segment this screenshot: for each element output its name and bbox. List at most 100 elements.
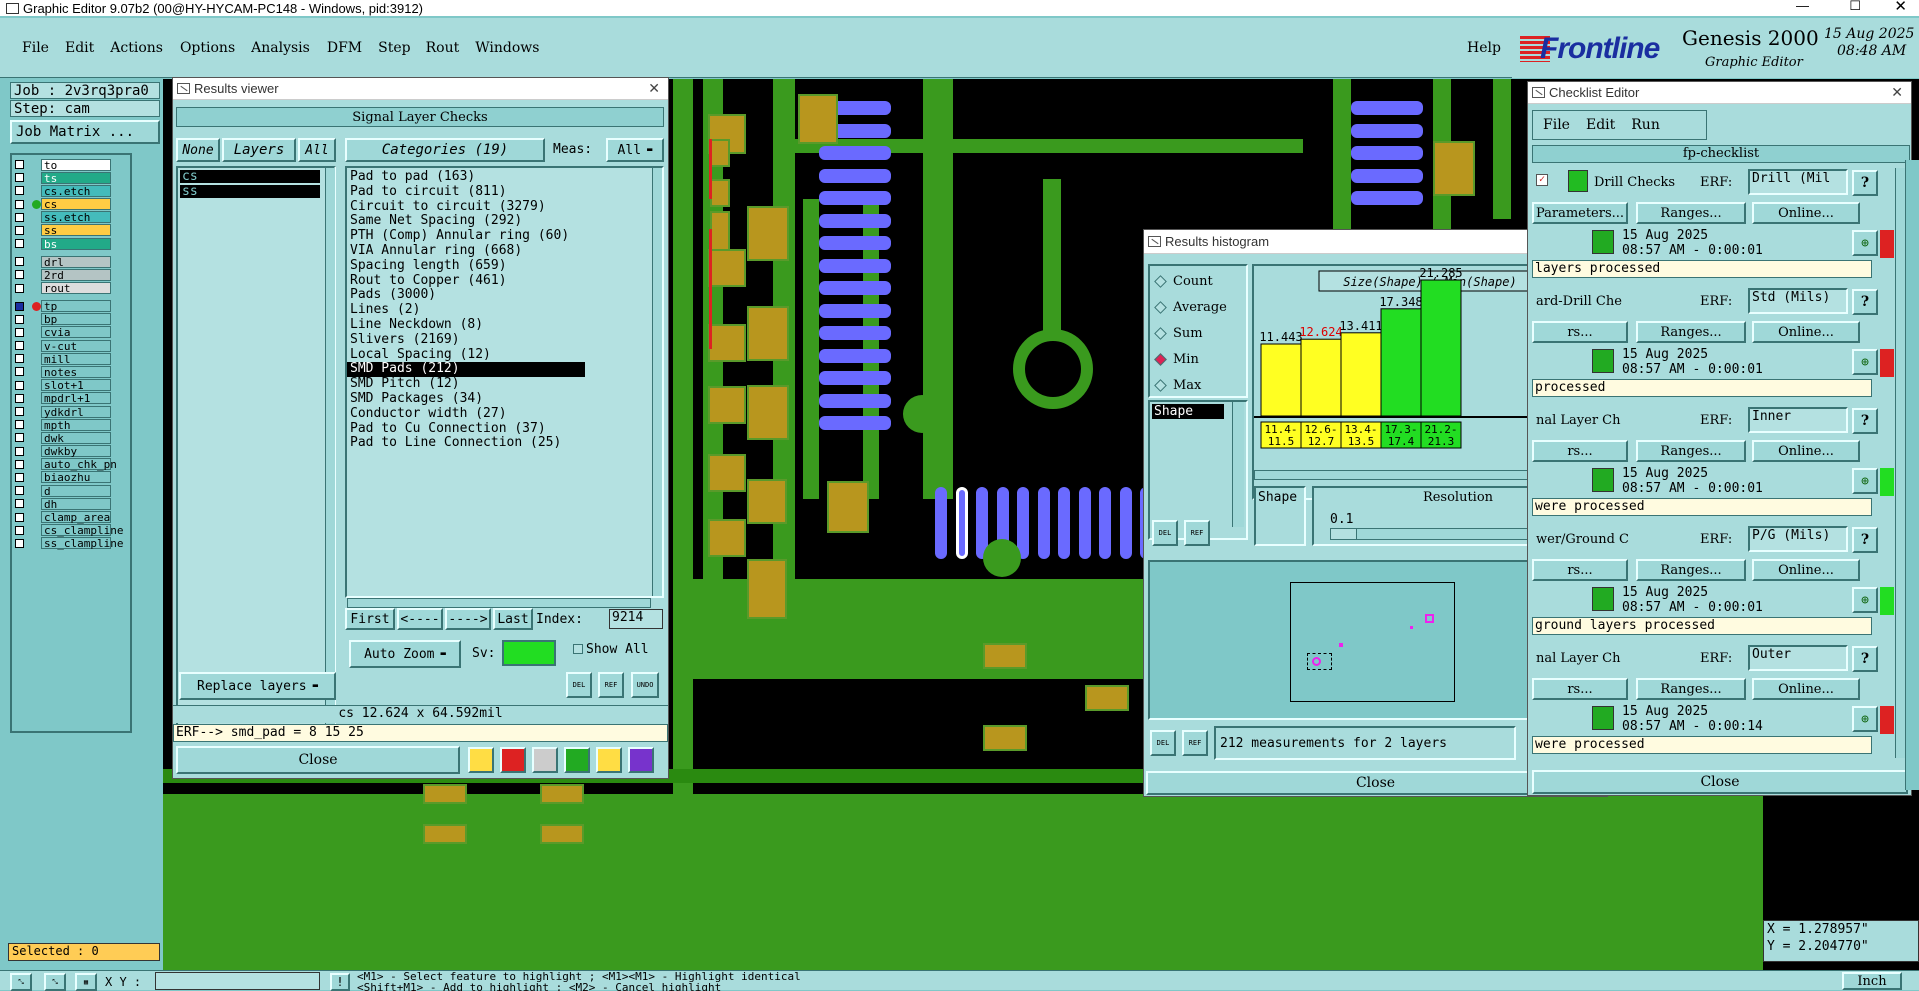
erf-field[interactable]: Drill (Mil: [1748, 169, 1848, 195]
rv-close-button[interactable]: Close: [176, 746, 460, 774]
check-name[interactable]: nal Layer Ch: [1536, 651, 1621, 666]
layer-checkbox[interactable]: [15, 327, 24, 337]
slider-thumb[interactable]: [1331, 529, 1357, 539]
layer-checkbox[interactable]: [15, 499, 24, 509]
menu-analysis[interactable]: Analysis: [251, 40, 310, 56]
layer-checkbox[interactable]: [15, 446, 24, 456]
all-button[interactable]: All: [298, 138, 336, 162]
layer-row[interactable]: auto_chk_pn: [12, 458, 130, 471]
online-button[interactable]: Online...: [1752, 321, 1860, 343]
layer-name[interactable]: v-cut: [41, 339, 111, 352]
checklist-menu-run[interactable]: Run: [1631, 117, 1660, 133]
run-icon[interactable]: [1592, 349, 1614, 373]
histogram-bar[interactable]: [1380, 308, 1422, 417]
layer-checkbox[interactable]: [15, 257, 24, 267]
layer-row[interactable]: dwkby: [12, 445, 130, 458]
histogram-bar[interactable]: [1300, 338, 1342, 417]
online-button[interactable]: Online...: [1752, 202, 1860, 224]
menu-help[interactable]: Help: [1467, 40, 1501, 56]
menu-actions[interactable]: Actions: [110, 40, 163, 56]
layer-name[interactable]: auto_chk_pn: [41, 458, 117, 471]
layer-row[interactable]: ss_clampline: [12, 537, 130, 550]
check-name[interactable]: ard-Drill Che: [1536, 294, 1622, 309]
layer-checkbox[interactable]: [15, 420, 24, 430]
close-icon[interactable]: ✕: [648, 80, 660, 97]
menu-options[interactable]: Options: [180, 40, 235, 56]
layer-row[interactable]: cs: [12, 198, 130, 211]
layer-row[interactable]: cs_clampline: [12, 524, 130, 537]
menu-dfm[interactable]: DFM: [327, 40, 362, 56]
run-icon[interactable]: [1592, 587, 1614, 611]
result-layer-item[interactable]: cs: [180, 170, 320, 183]
parameters-button[interactable]: Parameters...: [1532, 202, 1628, 224]
run-icon[interactable]: [1592, 230, 1614, 254]
ranges-button[interactable]: Ranges...: [1636, 678, 1746, 700]
category-item[interactable]: Slivers (2169): [347, 332, 662, 348]
layer-name[interactable]: cvia: [41, 326, 111, 339]
check-name[interactable]: wer/Ground C: [1536, 532, 1629, 547]
category-item[interactable]: Spacing length (659): [347, 258, 662, 274]
category-item[interactable]: Conductor width (27): [347, 406, 662, 422]
category-item[interactable]: Lines (2): [347, 302, 662, 318]
ranges-button[interactable]: Ranges...: [1636, 559, 1746, 581]
category-item[interactable]: SMD Pads (212): [347, 362, 585, 378]
layer-row[interactable]: v-cut: [12, 339, 130, 352]
menu-file[interactable]: File: [22, 40, 49, 56]
category-item[interactable]: PTH (Comp) Annular ring (60): [347, 228, 662, 244]
replace-layers-dropdown[interactable]: Replace layers ▬: [179, 672, 336, 700]
category-item[interactable]: SMD Packages (34): [347, 391, 662, 407]
layer-name[interactable]: cs: [41, 198, 111, 211]
run-icon[interactable]: [1592, 706, 1614, 730]
next-button[interactable]: ---->: [445, 608, 491, 630]
layer-row[interactable]: dh: [12, 497, 130, 510]
layer-row[interactable]: tp: [12, 300, 130, 313]
check-name[interactable]: Drill Checks: [1594, 175, 1675, 190]
category-item[interactable]: Pad to pad (163): [347, 169, 662, 185]
parameters-button[interactable]: rs...: [1532, 321, 1628, 343]
layer-checkbox[interactable]: [15, 160, 24, 169]
checklist-close-button[interactable]: Close: [1532, 770, 1908, 794]
layer-checkbox[interactable]: [15, 212, 24, 222]
zoom-results-icon[interactable]: ⊕: [1852, 230, 1878, 256]
category-item[interactable]: SMD Pitch (12): [347, 376, 662, 392]
layer-checkbox[interactable]: [15, 512, 24, 522]
layer-row[interactable]: d: [12, 484, 130, 497]
category-item[interactable]: Pad to Cu Connection (37): [347, 421, 662, 437]
report-icon[interactable]: [468, 747, 494, 773]
show-all-checkbox[interactable]: [573, 644, 583, 654]
maximize-icon[interactable]: ☐: [1849, 0, 1861, 14]
histogram-bar[interactable]: [1420, 279, 1462, 417]
erf-field[interactable]: Std (Mils): [1748, 288, 1848, 314]
category-item[interactable]: Pads (3000): [347, 288, 662, 303]
layer-row[interactable]: ss: [12, 224, 130, 237]
layer-checkbox[interactable]: [15, 433, 24, 443]
layer-name[interactable]: dwkby: [41, 445, 111, 458]
filter-icon[interactable]: [532, 747, 558, 773]
parameters-button[interactable]: rs...: [1532, 559, 1628, 581]
layer-checkbox[interactable]: [15, 186, 24, 196]
layer-name[interactable]: bs: [41, 237, 111, 250]
layer-name[interactable]: 2rd: [41, 268, 111, 281]
layer-name[interactable]: cs_clampline: [41, 524, 123, 537]
preview-del-button[interactable]: DEL: [1150, 730, 1176, 756]
last-button[interactable]: Last: [493, 608, 533, 630]
layer-row[interactable]: bp: [12, 313, 130, 326]
layer-name[interactable]: biaozhu: [41, 471, 111, 484]
hist-ref-button[interactable]: REF: [1184, 520, 1210, 546]
layer-row[interactable]: ydkdrl: [12, 405, 130, 418]
layer-checkbox[interactable]: [15, 367, 24, 377]
tool-icon-2[interactable]: ⤡: [44, 973, 66, 991]
categories-scrollbar[interactable]: [652, 168, 662, 596]
layer-checkbox[interactable]: [15, 283, 24, 293]
ranges-button[interactable]: Ranges...: [1636, 321, 1746, 343]
del-button[interactable]: DEL: [566, 672, 592, 698]
layer-checkbox[interactable]: [15, 199, 24, 209]
zoom-results-icon[interactable]: ⊕: [1852, 587, 1878, 613]
layer-checkbox[interactable]: [15, 538, 24, 548]
layer-row[interactable]: mpth: [12, 418, 130, 431]
layer-row[interactable]: mpdrl+1: [12, 392, 130, 405]
histogram-list[interactable]: Shape: [1148, 400, 1248, 540]
ranges-button[interactable]: Ranges...: [1636, 202, 1746, 224]
ref-button[interactable]: REF: [598, 672, 624, 698]
layer-name[interactable]: cs.etch: [41, 184, 111, 197]
